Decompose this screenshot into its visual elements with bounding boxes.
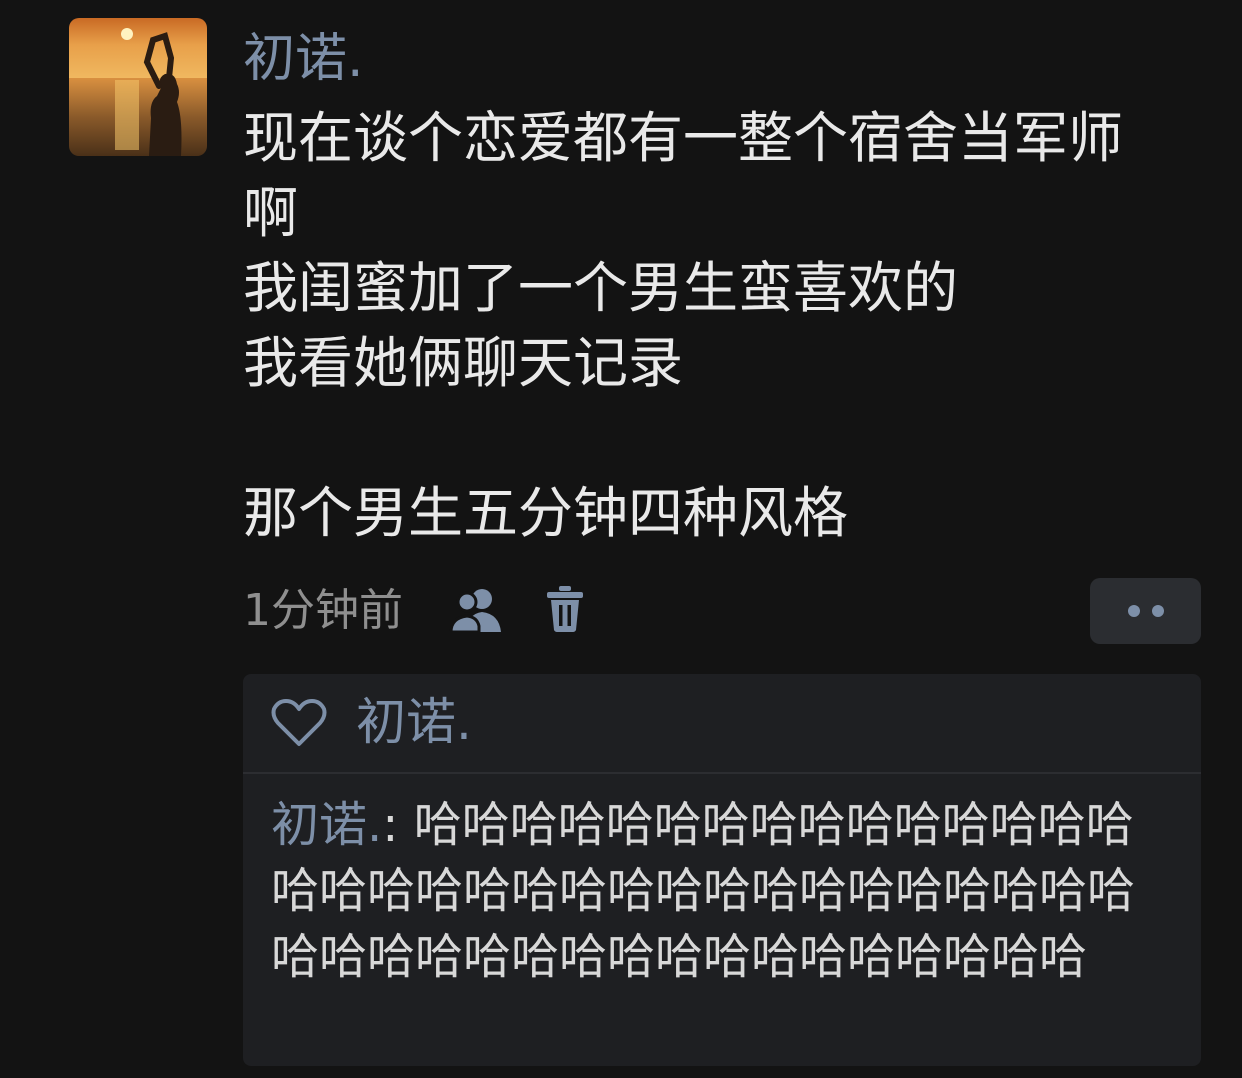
avatar-image (69, 18, 207, 156)
more-button[interactable] (1090, 578, 1201, 644)
post-meta-row: 1分钟前 (243, 578, 1201, 644)
comment-separator: : (382, 797, 414, 853)
liker-name[interactable]: 初诺. (356, 689, 472, 755)
more-dots-icon (1128, 605, 1164, 617)
panel-divider (243, 772, 1201, 774)
friends-icon[interactable] (449, 586, 503, 634)
comment-item[interactable]: 初诺.: 哈哈哈哈哈哈哈哈哈哈哈哈哈哈哈哈哈哈哈哈哈哈哈哈哈哈哈哈哈哈哈哈哈哈哈… (271, 792, 1161, 990)
post-timestamp: 1分钟前 (243, 585, 403, 636)
avatar[interactable] (69, 18, 207, 156)
post-text-line: 我闺蜜加了一个男生蛮喜欢的 (243, 256, 959, 320)
post-text-line: 我看她俩聊天记录 (243, 331, 684, 395)
post-author-name[interactable]: 初诺. (243, 24, 364, 94)
post-text-line (243, 401, 1203, 476)
comment-author[interactable]: 初诺. (271, 797, 382, 853)
heart-icon (271, 698, 327, 748)
post-text-line: 啊 (243, 181, 299, 245)
interaction-panel: 初诺. 初诺.: 哈哈哈哈哈哈哈哈哈哈哈哈哈哈哈哈哈哈哈哈哈哈哈哈哈哈哈哈哈哈哈… (243, 674, 1201, 1066)
trash-icon[interactable] (545, 584, 585, 634)
likes-row: 初诺. (243, 674, 1201, 772)
post-text-line: 那个男生五分钟四种风格 (243, 481, 849, 545)
post-text-line: 现在谈个恋爱都有一整个宿舍当军师 (243, 106, 1124, 170)
post-text: 现在谈个恋爱都有一整个宿舍当军师 啊 我闺蜜加了一个男生蛮喜欢的 我看她俩聊天记… (243, 101, 1203, 551)
